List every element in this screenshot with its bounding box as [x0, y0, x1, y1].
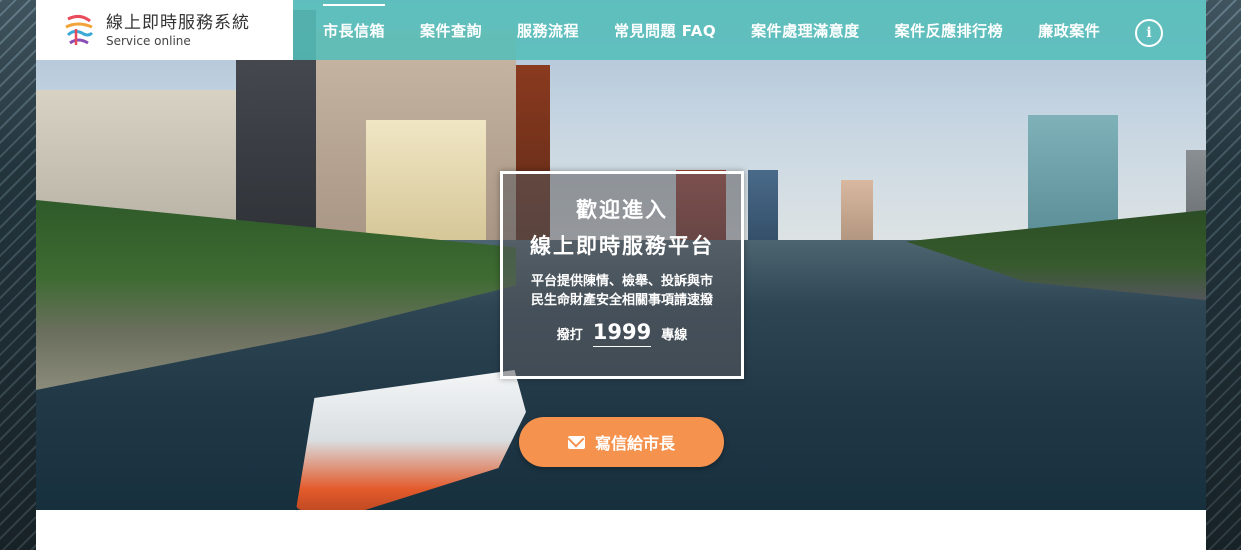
nav-item-faq[interactable]: 常見問題 FAQ	[614, 0, 716, 60]
welcome-heading-line2: 線上即時服務平台	[530, 234, 714, 258]
content-area	[36, 510, 1206, 550]
hotline-suffix: 專線	[661, 328, 688, 343]
write-to-mayor-label: 寫信給市長	[594, 434, 675, 453]
hotline: 撥打 1999 專線	[503, 320, 741, 347]
hotline-prefix: 撥打	[556, 328, 583, 343]
nav-item-satisfaction[interactable]: 案件處理滿意度	[751, 0, 860, 60]
nav-item-mayor-mailbox[interactable]: 市長信箱	[323, 0, 386, 60]
nav-item-integrity-cases[interactable]: 廉政案件	[1038, 0, 1100, 60]
page-frame: 線上即時服務系統 Service online 市長信箱 案件查詢 服務流程 常…	[36, 0, 1206, 550]
building	[366, 120, 486, 240]
welcome-description-line2: 民生命財產安全相關事項請速撥	[530, 293, 713, 308]
envelope-icon	[567, 435, 585, 449]
top-navbar: 線上即時服務系統 Service online 市長信箱 案件查詢 服務流程 常…	[36, 0, 1206, 60]
nav-item-service-process[interactable]: 服務流程	[517, 0, 579, 60]
welcome-box: 歡迎進入 線上即時服務平台 平台提供陳情、檢舉、投訴與市 民生命財產安全相關事項…	[500, 171, 744, 379]
info-icon[interactable]: i	[1135, 19, 1163, 47]
building	[841, 180, 873, 240]
welcome-description: 平台提供陳情、檢舉、投訴與市 民生命財產安全相關事項請速撥	[503, 272, 741, 310]
building	[748, 170, 778, 240]
brand-title: 線上即時服務系統	[106, 12, 250, 33]
brand-text: 線上即時服務系統 Service online	[106, 12, 250, 49]
brand-logo-link[interactable]: 線上即時服務系統 Service online	[36, 0, 293, 60]
brand-subtitle: Service online	[106, 33, 191, 48]
hotline-number: 1999	[592, 320, 652, 347]
main-nav: 市長信箱 案件查詢 服務流程 常見問題 FAQ 案件處理滿意度 案件反應排行榜 …	[293, 0, 1135, 60]
write-to-mayor-button[interactable]: 寫信給市長	[519, 417, 724, 467]
right-side-background	[1206, 0, 1241, 550]
kaohsiung-logo-icon	[62, 13, 96, 47]
left-side-background	[0, 0, 36, 550]
nav-item-ranking[interactable]: 案件反應排行榜	[895, 0, 1004, 60]
welcome-description-line1: 平台提供陳情、檢舉、投訴與市	[530, 274, 713, 289]
welcome-heading-line1: 歡迎進入	[576, 198, 668, 222]
nav-item-case-query[interactable]: 案件查詢	[420, 0, 482, 60]
